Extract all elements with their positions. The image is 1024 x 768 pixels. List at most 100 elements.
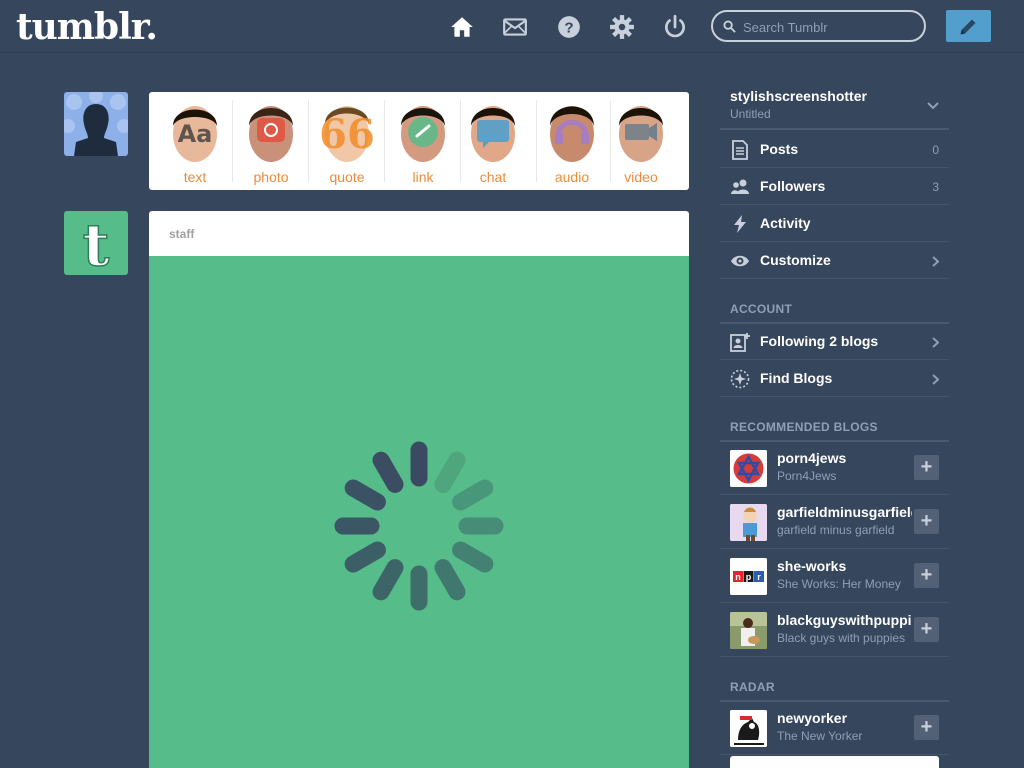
home-icon[interactable] — [449, 14, 475, 40]
svg-text:p: p — [746, 572, 752, 582]
follow-plus-button[interactable]: + — [914, 455, 939, 480]
blog-avatar — [730, 612, 767, 649]
post-type-label: chat — [479, 169, 507, 185]
power-icon[interactable] — [662, 14, 688, 40]
staff-avatar[interactable]: t — [64, 211, 128, 275]
svg-text:t: t — [83, 211, 110, 275]
post-type-text[interactable]: Aa text — [157, 92, 233, 190]
camera-icon — [249, 106, 293, 162]
dashboard-post: staff — [149, 211, 689, 768]
sidebar-item-label: Activity — [760, 215, 811, 231]
blog-title: Untitled — [730, 107, 771, 121]
chevron-right-icon — [932, 337, 939, 348]
chevron-down-icon — [927, 102, 939, 110]
follow-plus-button[interactable]: + — [914, 715, 939, 740]
post-type-label: photo — [253, 169, 289, 185]
blog-title: The New Yorker — [777, 729, 863, 743]
blog-avatar — [730, 450, 767, 487]
post-type-quote[interactable]: 66 quote — [309, 92, 385, 190]
section-heading-radar: RADAR — [720, 680, 949, 702]
sidebar-item-label: Find Blogs — [760, 370, 833, 386]
recommended-blog[interactable]: garfieldminusgarfield garfield minus gar… — [720, 495, 949, 549]
mail-icon[interactable] — [502, 14, 528, 40]
svg-text:66: 66 — [319, 111, 375, 158]
blog-avatar — [730, 504, 767, 541]
sidebar-item-label: Following 2 blogs — [760, 333, 879, 349]
radar-post-preview[interactable] — [730, 756, 939, 768]
post-type-label: link — [412, 169, 434, 185]
top-header: tumblr. ? — [0, 0, 1024, 53]
blog-name: stylishscreenshotter — [730, 88, 867, 104]
followers-icon — [730, 177, 750, 197]
search-input[interactable] — [743, 18, 913, 36]
blog-title: Porn4Jews — [777, 469, 837, 483]
recommended-blog[interactable]: porn4jews Porn4Jews + — [720, 441, 949, 495]
post-type-photo[interactable]: photo — [233, 92, 309, 190]
blog-name: porn4jews — [777, 450, 847, 466]
recommended-blog[interactable]: npr she-works She Works: Her Money + — [720, 549, 949, 603]
sidebar-item-customize[interactable]: Customize — [720, 242, 949, 279]
help-icon[interactable]: ? — [556, 14, 582, 40]
post-type-label: video — [624, 169, 658, 185]
loading-spinner-icon — [334, 441, 504, 611]
follow-plus-button[interactable]: + — [914, 509, 939, 534]
blog-title: Black guys with puppies — [777, 631, 906, 645]
lightning-icon — [730, 214, 750, 234]
sidebar-item-posts[interactable]: Posts 0 — [720, 131, 949, 168]
svg-text:n: n — [735, 572, 741, 582]
gear-icon[interactable] — [609, 14, 635, 40]
post-type-audio[interactable]: audio — [534, 92, 610, 190]
compose-button[interactable] — [946, 10, 991, 42]
follow-plus-button[interactable]: + — [914, 563, 939, 588]
eye-icon — [730, 251, 750, 271]
user-avatar[interactable] — [64, 92, 128, 156]
post-type-label: text — [183, 169, 207, 185]
chevron-right-icon — [932, 374, 939, 385]
sidebar-item-label: Followers — [760, 178, 826, 194]
blog-avatar — [730, 710, 767, 747]
follow-plus-button[interactable]: + — [914, 617, 939, 642]
post-type-label: quote — [329, 169, 365, 185]
chevron-right-icon — [932, 256, 939, 267]
video-camera-icon — [619, 106, 663, 162]
sidebar-item-label: Customize — [760, 252, 831, 268]
headphones-icon — [550, 106, 594, 162]
sidebar-item-following[interactable]: Following 2 blogs — [720, 323, 949, 360]
sidebar-item-followers[interactable]: Followers 3 — [720, 168, 949, 205]
radar-blog[interactable]: newyorker The New Yorker + — [720, 701, 949, 755]
post-media — [149, 256, 689, 768]
sidebar-item-count: 0 — [932, 143, 939, 157]
sidebar-item-count: 3 — [932, 180, 939, 194]
svg-text:r: r — [757, 572, 761, 582]
blog-selector[interactable]: stylishscreenshotter Untitled — [720, 80, 949, 130]
recommended-blog[interactable]: blackguyswithpuppies Black guys with pup… — [720, 603, 949, 657]
blog-name: newyorker — [777, 710, 848, 726]
blog-name: garfieldminusgarfield — [777, 504, 912, 520]
blog-name: blackguyswithpuppies — [777, 612, 912, 628]
pencil-icon — [960, 19, 976, 35]
search-icon — [723, 20, 736, 33]
svg-text:Aa: Aa — [178, 120, 213, 148]
blog-title: She Works: Her Money — [777, 577, 901, 591]
post-type-bar: Aa text photo 66 quote link chat audio v… — [149, 92, 689, 190]
tumblr-logo[interactable]: tumblr. — [16, 6, 158, 48]
sidebar-item-label: Posts — [760, 141, 799, 157]
search-box — [711, 10, 926, 42]
section-heading-recommended: RECOMMENDED BLOGS — [720, 420, 949, 442]
post-author[interactable]: staff — [169, 227, 194, 241]
svg-text:?: ? — [564, 19, 573, 36]
blog-avatar: npr — [730, 558, 767, 595]
following-icon — [730, 332, 750, 352]
post-type-label: audio — [554, 169, 590, 185]
post-type-video[interactable]: video — [603, 92, 679, 190]
sidebar-item-activity[interactable]: Activity — [720, 205, 949, 242]
post-type-link[interactable]: link — [385, 92, 461, 190]
quote-icon: 66 — [319, 106, 375, 162]
text-icon: Aa — [173, 106, 217, 162]
link-icon — [401, 106, 445, 162]
section-heading-account: ACCOUNT — [720, 302, 949, 324]
post-type-chat[interactable]: chat — [455, 92, 531, 190]
sidebar-item-find-blogs[interactable]: Find Blogs — [720, 360, 949, 397]
chat-icon — [471, 106, 515, 162]
blog-title: garfield minus garfield — [777, 523, 895, 537]
